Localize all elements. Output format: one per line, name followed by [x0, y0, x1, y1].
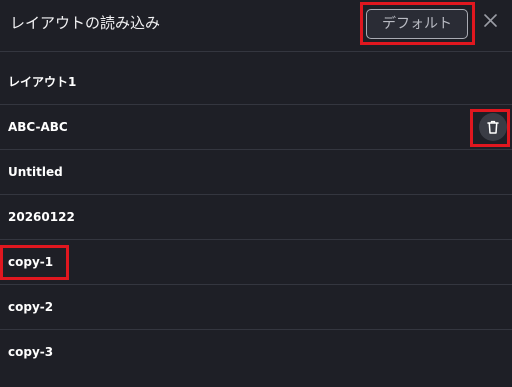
dialog-title: レイアウトの読み込み — [10, 14, 161, 32]
trash-icon — [487, 120, 499, 134]
layout-item[interactable]: レイアウト1 — [0, 60, 512, 105]
load-layout-dialog: レイアウトの読み込み デフォルト レイアウト1 ABC-ABC Untitled… — [0, 0, 512, 387]
layout-item[interactable]: ABC-ABC — [0, 105, 512, 150]
layout-item-label: copy-3 — [8, 345, 54, 359]
layout-item-label: copy-1 — [8, 255, 54, 269]
layout-item-label: 20260122 — [8, 210, 75, 224]
layout-item[interactable]: copy-3 — [0, 330, 512, 375]
layout-item[interactable]: copy-2 — [0, 285, 512, 330]
layout-item-label: copy-2 — [8, 300, 54, 314]
layout-item-label: Untitled — [8, 165, 63, 179]
layout-item[interactable]: copy-1 — [0, 240, 512, 285]
close-button[interactable] — [480, 10, 502, 32]
layout-item-label: ABC-ABC — [8, 120, 68, 134]
close-icon — [484, 14, 497, 27]
default-button[interactable]: デフォルト — [366, 9, 468, 39]
layout-item-label: レイアウト1 — [8, 75, 77, 89]
delete-layout-button[interactable] — [479, 113, 507, 141]
layout-item[interactable]: Untitled — [0, 150, 512, 195]
layout-item[interactable]: 20260122 — [0, 195, 512, 240]
layout-list: レイアウト1 ABC-ABC Untitled 20260122 copy-1 … — [0, 60, 512, 375]
dialog-header: レイアウトの読み込み デフォルト — [0, 0, 512, 52]
